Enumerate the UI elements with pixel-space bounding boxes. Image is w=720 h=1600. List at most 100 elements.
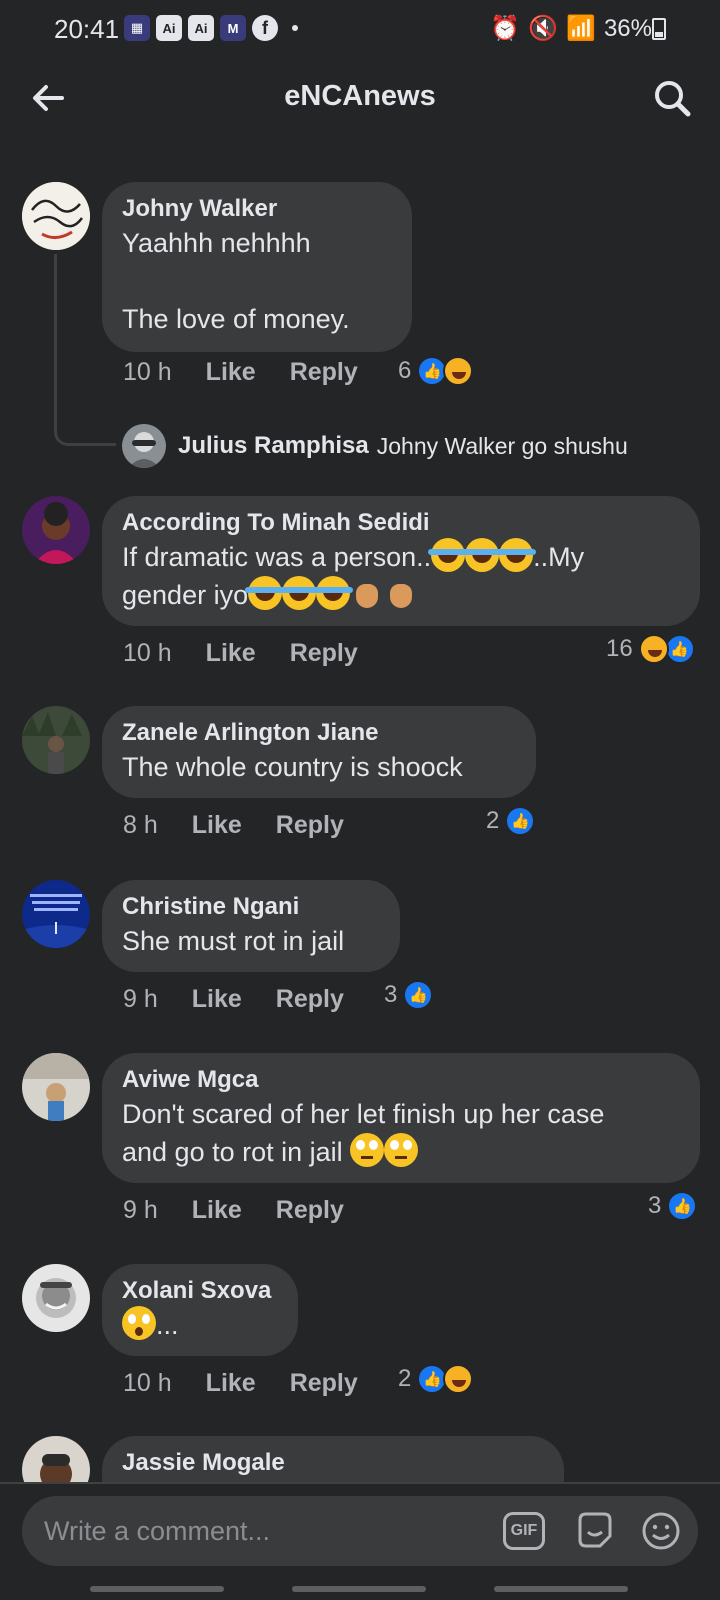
reaction-count: 16 [606,635,633,662]
avatar[interactable] [22,1053,90,1121]
commenter-name[interactable]: Johny Walker [122,194,392,224]
comment-bubble[interactable]: Christine Ngani She must rot in jail [102,880,400,972]
comment-time: 10 h [123,1369,172,1397]
notification-icons: ▦ Ai Ai M f [124,15,298,41]
haha-reaction-icon [443,1364,474,1394]
like-button[interactable]: Like [192,811,242,840]
reply-text: Johny Walker go shushu [376,432,628,459]
reply-button[interactable]: Reply [276,1196,344,1225]
page-title: eNCAnews [284,80,436,112]
avatar[interactable] [122,424,166,468]
like-reaction-icon: 👍 [505,806,536,836]
reply-button[interactable]: Reply [290,639,358,668]
system-navigation-bar [0,1584,720,1600]
comment-text-part: ..My [533,542,585,572]
like-button[interactable]: Like [206,639,256,668]
comment-actions: 10 h Like Reply [123,358,358,387]
comment-time: 10 h [123,358,172,386]
comment-bubble[interactable]: Jassie Mogale [102,1436,564,1482]
comment-item: Jassie Mogale [0,1436,720,1482]
battery-icon [652,18,666,40]
status-time: 20:41 [54,14,120,44]
reply-button[interactable]: Reply [276,811,344,840]
comment-text: Yaahhh nehhhh The love of money. [122,228,350,334]
avatar[interactable] [22,880,90,948]
haha-reaction-icon [443,356,474,386]
commenter-name[interactable]: Aviwe Mgca [122,1065,680,1095]
reaction-summary[interactable]: 3 👍 [384,980,434,1010]
flushed-face-icon [122,1306,156,1340]
comment-actions: 9 h Like Reply [123,1196,344,1225]
like-button[interactable]: Like [206,358,256,387]
battery-percent: 36% [603,14,652,42]
ai-app-icon: Ai [156,15,182,41]
commenter-name[interactable]: Xolani Sxova [122,1276,278,1306]
comment-bubble[interactable]: Zanele Arlington Jiane The whole country… [102,706,536,798]
comment-composer: GIF [22,1496,698,1566]
reaction-count: 2 [398,1365,412,1392]
reaction-summary[interactable]: 6 👍 [398,356,474,386]
commenter-name[interactable]: Zanele Arlington Jiane [122,718,516,748]
commenter-name[interactable]: Christine Ngani [122,892,380,922]
comment-text: Don't scared of her let finish up her ca… [122,1095,680,1171]
reply-button[interactable]: Reply [276,985,344,1014]
eye-roll-icon [350,1133,385,1167]
comment-text: The whole country is shoock [122,752,463,782]
like-reaction-icon: 👍 [667,1191,698,1221]
comment-input[interactable] [44,1508,484,1554]
comment-actions: 9 h Like Reply [123,985,344,1014]
like-button[interactable]: Like [206,1369,256,1398]
commenter-name[interactable]: According To Minah Sedidi [122,508,680,538]
system-icons: ⏰ 🔇 📶 36% [490,14,652,43]
sticker-icon[interactable] [574,1510,616,1552]
comment-bubble[interactable]: According To Minah Sedidi If dramatic wa… [102,496,700,626]
comment-text: She must rot in jail [122,926,345,956]
app-notification-icon: ▦ [124,15,150,41]
reaction-count: 3 [384,981,398,1008]
tears-of-joy-icon [428,538,469,572]
search-icon[interactable] [650,76,694,120]
avatar[interactable] [22,1436,90,1482]
comment-text-part: If dramatic was a person.. [122,542,432,572]
comment-time: 10 h [123,639,172,667]
commenter-name[interactable]: Jassie Mogale [122,1448,544,1478]
reply-preview[interactable]: Julius Ramphisa Johny Walker go shushu [122,424,628,468]
avatar[interactable] [22,496,90,564]
reaction-summary[interactable]: 16 👍 [606,634,695,664]
like-button[interactable]: Like [192,985,242,1014]
emoji-icon[interactable] [640,1510,682,1552]
reaction-summary[interactable]: 2 👍 [486,806,536,836]
haha-reaction-icon [638,634,669,664]
comment-bubble[interactable]: Johny Walker Yaahhh nehhhh The love of m… [102,182,412,352]
like-reaction-icon: 👍 [664,634,695,664]
like-reaction-icon: 👍 [403,980,434,1010]
recent-apps-handle[interactable] [90,1586,224,1592]
reply-author-name[interactable]: Julius Ramphisa [178,432,369,460]
avatar[interactable] [22,1264,90,1332]
wifi-icon: 📶 [566,15,596,42]
reply-button[interactable]: Reply [290,1369,358,1398]
comment-bubble[interactable]: Aviwe Mgca Don't scared of her let finis… [102,1053,700,1183]
comment-text-part: ... [156,1310,179,1340]
comment-bubble[interactable]: Xolani Sxova ... [102,1264,298,1356]
tears-of-joy-icon [313,576,354,610]
alarm-icon: ⏰ [490,15,521,42]
home-handle[interactable] [292,1586,426,1592]
reply-button[interactable]: Reply [290,358,358,387]
more-notifications-icon [292,25,298,31]
reaction-count: 2 [486,807,500,834]
raised-hand-icon [384,576,418,610]
avatar[interactable] [22,182,90,250]
like-button[interactable]: Like [192,1196,242,1225]
reaction-summary[interactable]: 2 👍 [398,1364,474,1394]
mute-icon: 🔇 [528,15,559,42]
comment-text: ... [122,1306,278,1344]
tears-of-joy-icon [496,538,537,572]
comment-text-part: Don't scared of her let finish up her ca… [122,1099,605,1129]
avatar[interactable] [22,706,90,774]
facebook-icon: f [252,15,278,41]
reaction-summary[interactable]: 3 👍 [648,1191,698,1221]
gif-button[interactable]: GIF [503,1512,545,1550]
comment-time: 8 h [123,811,158,839]
back-handle[interactable] [494,1586,628,1592]
